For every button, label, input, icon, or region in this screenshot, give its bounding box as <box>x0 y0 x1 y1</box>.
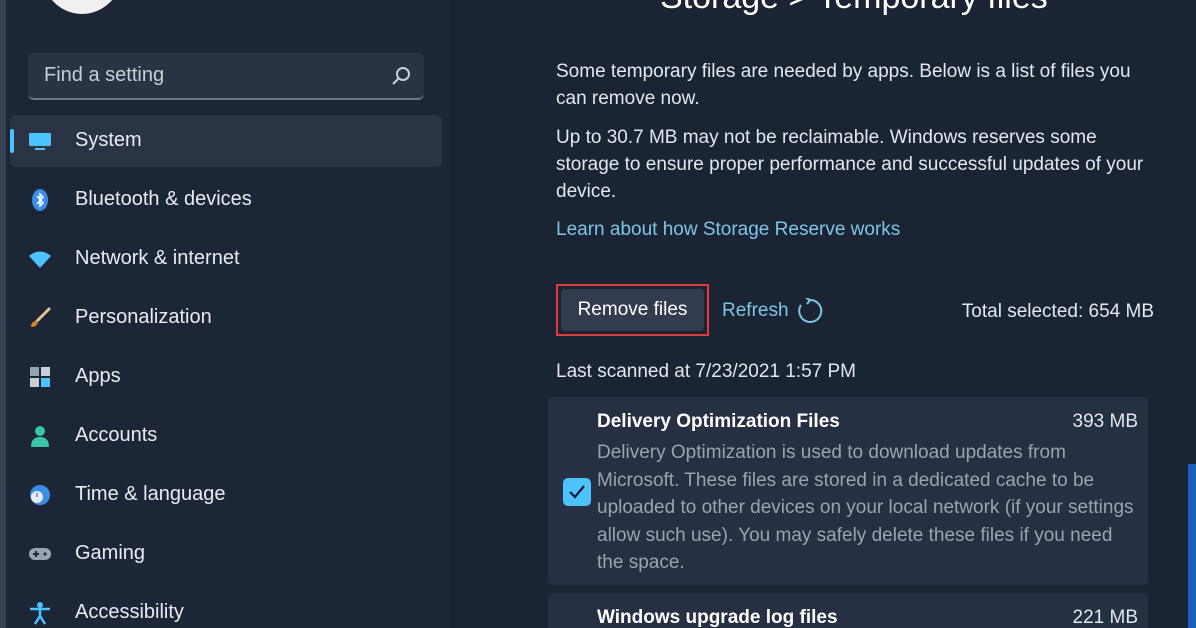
refresh-icon <box>797 298 822 323</box>
intro-text: Some temporary files are needed by apps.… <box>556 61 1131 109</box>
file-category-name: Windows upgrade log files <box>597 607 838 628</box>
gamepad-icon <box>29 548 51 560</box>
file-category-size: 221 MB <box>1072 607 1138 628</box>
file-category-size: 393 MB <box>1072 411 1138 432</box>
apps-icon <box>30 367 50 387</box>
sidebar-item-label: Network & internet <box>75 247 240 269</box>
search-input[interactable] <box>28 53 378 98</box>
accessibility-icon <box>30 602 50 625</box>
sidebar-item-network-internet[interactable]: Network & internet <box>10 233 442 285</box>
wifi-icon <box>29 251 51 268</box>
last-scanned: Last scanned at 7/23/2021 1:57 PM <box>556 361 856 382</box>
sidebar-item-label: Time & language <box>75 483 226 505</box>
bluetooth-icon <box>32 189 48 211</box>
sidebar-item-label: Accounts <box>75 424 158 446</box>
search-box[interactable] <box>28 53 424 100</box>
active-indicator <box>10 129 14 153</box>
refresh-label: Refresh <box>722 300 789 321</box>
storage-reserve-note: Up to 30.7 MB may not be reclaimable. Wi… <box>556 127 1144 202</box>
file-category-card: Delivery Optimization Files 393 MB Deliv… <box>548 397 1148 585</box>
sidebar-item-label: Apps <box>75 365 121 387</box>
checkmark-icon <box>569 485 585 499</box>
file-category-card: Windows upgrade log files 221 MB <box>548 593 1148 628</box>
sidebar-item-apps[interactable]: Apps <box>10 351 442 403</box>
total-selected: Total selected: 654 MB <box>961 301 1154 322</box>
refresh-button[interactable]: Refresh <box>722 298 823 324</box>
sidebar-item-system[interactable]: System <box>10 115 442 167</box>
background-window-edge <box>1188 464 1196 628</box>
sidebar-item-bluetooth-devices[interactable]: Bluetooth & devices <box>10 174 442 226</box>
remove-files-highlight[interactable]: Remove files <box>556 284 709 336</box>
file-category-description: Delivery Optimization is used to downloa… <box>597 442 1134 573</box>
sidebar: System Bluetooth & devices Network & int… <box>0 0 450 628</box>
avatar[interactable] <box>40 0 124 14</box>
window-edge <box>0 0 6 628</box>
learn-storage-reserve-link[interactable]: Learn about how Storage Reserve works <box>556 219 900 241</box>
sidebar-item-label: System <box>75 129 142 151</box>
delivery-optimization-checkbox[interactable] <box>563 478 591 506</box>
remove-files-button[interactable]: Remove files <box>561 289 704 331</box>
search-icon[interactable] <box>390 65 412 87</box>
sidebar-item-gaming[interactable]: Gaming <box>10 528 442 580</box>
sidebar-item-label: Bluetooth & devices <box>75 188 252 210</box>
sidebar-item-accessibility[interactable]: Accessibility <box>10 587 442 628</box>
main-content: Storage > Temporary files Some temporary… <box>450 0 1196 628</box>
sidebar-item-label: Gaming <box>75 542 146 564</box>
sidebar-item-time-language[interactable]: Time & language <box>10 469 442 521</box>
sidebar-item-label: Personalization <box>75 306 212 328</box>
person-icon <box>31 426 49 447</box>
sidebar-item-label: Accessibility <box>75 601 184 623</box>
system-display-icon <box>29 133 51 150</box>
sidebar-item-personalization[interactable]: Personalization <box>10 292 442 344</box>
globe-clock-icon <box>30 485 50 505</box>
sidebar-nav: System Bluetooth & devices Network & int… <box>10 115 442 628</box>
file-category-name: Delivery Optimization Files <box>597 411 840 432</box>
brush-icon <box>31 307 51 327</box>
page-title: Storage > Temporary files <box>660 0 1048 17</box>
sidebar-item-accounts[interactable]: Accounts <box>10 410 442 462</box>
